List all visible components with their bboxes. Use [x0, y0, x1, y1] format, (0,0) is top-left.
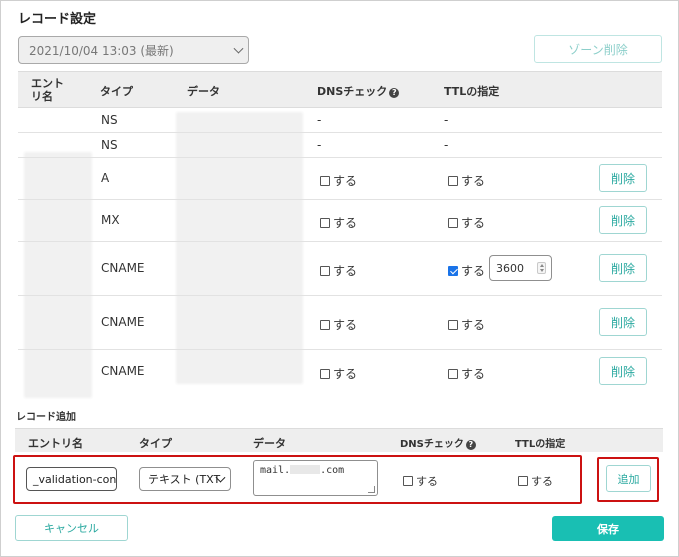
ttl-label: する: [461, 216, 486, 230]
add-header-entry: エントリ名: [28, 437, 83, 450]
ttl-checkbox-checked[interactable]: [448, 266, 458, 276]
record-type-select[interactable]: テキスト (TXT: [139, 467, 231, 491]
dns-check-label: する: [333, 174, 358, 188]
ttl-checkbox[interactable]: [448, 218, 458, 228]
header-data: データ: [187, 85, 220, 98]
row-type: A: [101, 171, 110, 185]
ttl-value-input[interactable]: 3600: [489, 255, 552, 281]
dns-checkbox[interactable]: [320, 176, 330, 186]
spinner-arrows-icon[interactable]: [537, 262, 546, 274]
zone-delete-button[interactable]: ゾーン削除: [534, 35, 662, 63]
data-textarea[interactable]: mail. .com: [253, 460, 378, 496]
dns-check-label: する: [333, 367, 358, 381]
version-select[interactable]: 2021/10/04 13:03 (最新): [18, 36, 249, 64]
dns-check-label: する: [333, 264, 358, 278]
table-row: NS - -: [18, 133, 662, 158]
entry-name-value: _validation-contac: [33, 472, 117, 486]
table-row: NS - -: [18, 108, 662, 133]
add-record-header: エントリ名 タイプ データ DNSチェック? TTLの指定: [15, 428, 663, 452]
dns-check-option[interactable]: する: [320, 365, 357, 382]
data-value-suffix: .com: [320, 465, 345, 476]
ttl-checkbox[interactable]: [448, 369, 458, 379]
row-dns-value: -: [317, 138, 322, 152]
table-row: CNAME する する 削除: [18, 350, 662, 395]
help-circle-icon[interactable]: ?: [465, 440, 476, 450]
row-type: NS: [101, 113, 118, 127]
add-header-type: タイプ: [139, 437, 172, 450]
header-entry-name: エント リ名: [31, 77, 64, 103]
delete-button[interactable]: 削除: [599, 164, 647, 192]
help-circle-icon[interactable]: ?: [389, 88, 400, 98]
dns-checkbox[interactable]: [320, 266, 330, 276]
redacted-domain: [290, 465, 321, 474]
ttl-checkbox[interactable]: [448, 320, 458, 330]
dns-check-option[interactable]: する: [320, 214, 357, 231]
add-header-dns-label: DNSチェック: [400, 439, 464, 450]
entry-name-input[interactable]: _validation-contac: [26, 467, 117, 491]
delete-button[interactable]: 削除: [599, 357, 647, 385]
add-header-ttl: TTLの指定: [515, 439, 566, 450]
save-button[interactable]: 保存: [552, 516, 664, 541]
data-value-prefix: mail.: [260, 465, 291, 476]
add-button[interactable]: 追加: [606, 465, 651, 492]
ttl-label: する: [461, 318, 486, 332]
header-type: タイプ: [100, 85, 133, 98]
ttl-option[interactable]: する: [448, 214, 485, 231]
dns-check-option[interactable]: する: [320, 316, 357, 333]
dns-check-label: する: [333, 318, 358, 332]
row-ttl-value: -: [444, 113, 449, 127]
ttl-label: する: [461, 174, 486, 188]
dns-check-option[interactable]: する: [320, 172, 357, 189]
ttl-checkbox[interactable]: [448, 176, 458, 186]
row-type: NS: [101, 138, 118, 152]
record-type-value: テキスト (TXT: [148, 473, 221, 486]
ttl-option[interactable]: する: [448, 365, 485, 382]
dns-checkbox[interactable]: [320, 369, 330, 379]
dialog-title: レコード設定: [18, 12, 97, 27]
ttl-label: する: [461, 264, 486, 278]
dns-checkbox[interactable]: [403, 476, 413, 486]
ttl-label: する: [531, 475, 553, 488]
add-header-data: データ: [253, 437, 286, 450]
table-row: CNAME する する 3600 削除: [18, 242, 662, 296]
header-dns-check: DNSチェック?: [317, 83, 400, 99]
delete-button[interactable]: 削除: [599, 254, 647, 282]
delete-button[interactable]: 削除: [599, 206, 647, 234]
dns-check-label: する: [416, 475, 438, 488]
dns-check-label: する: [333, 216, 358, 230]
add-header-dns: DNSチェック?: [400, 435, 476, 450]
table-row: CNAME する する 削除: [18, 296, 662, 350]
delete-button[interactable]: 削除: [599, 308, 647, 336]
row-type: CNAME: [101, 261, 145, 275]
row-ttl-value: -: [444, 138, 449, 152]
ttl-option[interactable]: する: [448, 172, 485, 189]
ttl-label: する: [461, 367, 486, 381]
add-ttl-option[interactable]: する: [518, 473, 553, 489]
add-record-title: レコード追加: [16, 412, 76, 423]
header-dns-check-label: DNSチェック: [317, 85, 388, 98]
version-select-value: 2021/10/04 13:03 (最新): [29, 43, 174, 58]
cancel-button[interactable]: キャンセル: [15, 515, 128, 541]
resize-handle-icon[interactable]: [368, 486, 375, 493]
records-table-header: エント リ名 タイプ データ DNSチェック? TTLの指定: [18, 71, 662, 108]
row-dns-value: -: [317, 113, 322, 127]
ttl-option[interactable]: する: [448, 262, 485, 279]
table-row: MX する する 削除: [18, 200, 662, 242]
dns-checkbox[interactable]: [320, 218, 330, 228]
row-type: MX: [101, 213, 120, 227]
header-ttl: TTLの指定: [444, 85, 500, 98]
chevron-down-icon: [233, 43, 244, 54]
add-dns-check-option[interactable]: する: [403, 473, 438, 489]
row-type: CNAME: [101, 315, 145, 329]
dns-checkbox[interactable]: [320, 320, 330, 330]
row-type: CNAME: [101, 364, 145, 378]
dns-check-option[interactable]: する: [320, 262, 357, 279]
ttl-option[interactable]: する: [448, 316, 485, 333]
ttl-checkbox[interactable]: [518, 476, 528, 486]
table-row: A する する 削除: [18, 158, 662, 200]
ttl-value: 3600: [496, 261, 524, 275]
